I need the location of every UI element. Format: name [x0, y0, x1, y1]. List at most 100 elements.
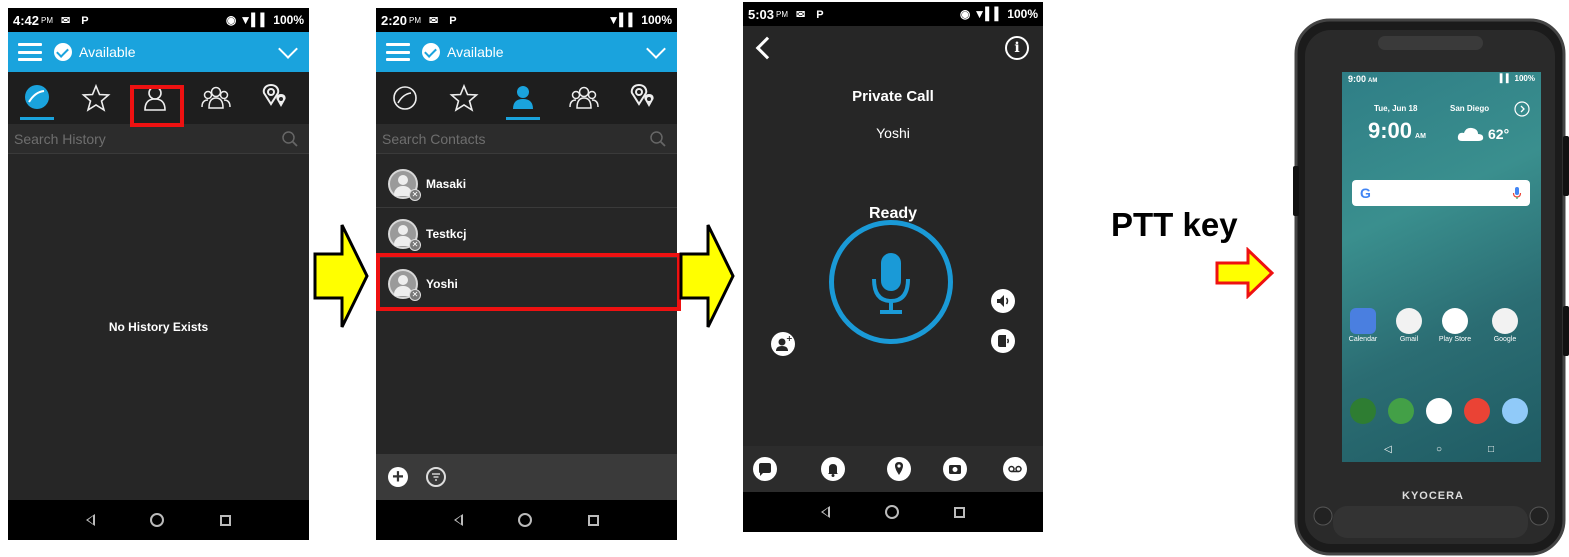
tab-favorites[interactable]	[439, 72, 489, 124]
speaker-icon	[997, 295, 1009, 307]
recents-nav-icon[interactable]	[588, 514, 600, 526]
contact-row[interactable]: ✕ Masaki	[376, 160, 677, 208]
battery-signal: ▼▍▍ 100%	[607, 13, 672, 27]
selected-contact-highlight	[376, 253, 681, 311]
app-calendar[interactable]: Calendar	[1346, 308, 1380, 343]
tab-map[interactable]	[618, 72, 668, 124]
google-folder-icon	[1492, 308, 1518, 334]
star-icon	[81, 83, 111, 112]
available-check-icon	[54, 43, 72, 61]
search-history-input[interactable]	[14, 130, 254, 147]
device-recents-icon[interactable]: □	[1488, 444, 1494, 455]
camera-app-icon[interactable]	[1502, 398, 1528, 424]
star-icon	[449, 83, 479, 112]
bell-icon	[828, 464, 838, 477]
status-bar: 2:20 PM ✉ P ▼▍▍ 100%	[376, 8, 677, 32]
widget-clock: 9:00 AM	[1368, 118, 1426, 143]
back-nav-icon[interactable]	[453, 514, 463, 526]
messages-app-icon[interactable]	[1388, 398, 1414, 424]
speaker-button[interactable]	[991, 289, 1015, 313]
contact-row[interactable]: ✕ Testkcj	[376, 210, 677, 258]
gmail-icon	[1396, 308, 1422, 334]
history-icon	[393, 86, 417, 110]
tab-contacts[interactable]	[498, 72, 548, 124]
app-drawer-icon[interactable]	[1426, 398, 1452, 424]
chevron-right-icon[interactable]	[1514, 101, 1530, 117]
camera-button[interactable]	[943, 457, 967, 481]
tab-favorites[interactable]	[71, 72, 121, 124]
chevron-down-icon[interactable]	[646, 39, 666, 59]
available-check-icon	[422, 43, 440, 61]
info-icon[interactable]: i	[1005, 36, 1029, 60]
cloud-icon	[1457, 127, 1484, 141]
voicemail-icon	[1008, 465, 1022, 473]
voicemail-button[interactable]	[1003, 457, 1027, 481]
add-user-icon: +	[776, 334, 793, 351]
location-button[interactable]	[887, 457, 911, 481]
ptt-button[interactable]	[829, 220, 953, 344]
app-google[interactable]: Google	[1488, 308, 1522, 343]
phone-app-icon[interactable]	[1350, 398, 1376, 424]
tab-groups[interactable]	[559, 72, 609, 124]
device-back-icon[interactable]: ◁	[1384, 444, 1392, 455]
app-gmail[interactable]: Gmail	[1392, 308, 1426, 343]
location-icon	[262, 83, 286, 107]
add-contact-icon[interactable]: +	[388, 467, 408, 487]
svg-text:+: +	[786, 334, 793, 343]
recents-nav-icon[interactable]	[220, 514, 232, 526]
empty-history-message: No History Exists	[108, 320, 209, 334]
status-bar: 4:42 PM ✉ P ◉ ▼▍▍ 100%	[8, 8, 309, 32]
google-logo: G	[1360, 185, 1371, 201]
camera-icon	[949, 465, 961, 474]
device-home-icon[interactable]: ○	[1436, 444, 1442, 455]
search-icon[interactable]	[649, 130, 667, 148]
private-call-screen: 5:03 PM ✉ P ◉ ▼▍▍ 100% i Private Call Yo…	[743, 2, 1043, 532]
home-nav-icon[interactable]	[884, 505, 899, 519]
add-participant-button[interactable]: +	[771, 332, 795, 356]
mic-icon[interactable]	[1512, 186, 1522, 200]
contact-name: Testkcj	[426, 226, 467, 241]
app-play-store[interactable]: Play Store	[1438, 308, 1472, 343]
home-nav-icon[interactable]	[518, 513, 533, 527]
message-button[interactable]	[753, 457, 777, 481]
back-arrow-icon[interactable]	[755, 36, 779, 60]
ptt-pointer-arrow	[1215, 247, 1275, 299]
widget-date: Tue, Jun 18	[1374, 104, 1418, 113]
alert-button[interactable]	[991, 329, 1015, 353]
brand-logo: KYOCERA	[1402, 490, 1465, 502]
google-search-bar[interactable]: G	[1352, 180, 1530, 206]
calendar-icon	[1350, 308, 1376, 334]
tab-history[interactable]	[12, 72, 62, 124]
ptt-key-label: PTT key	[1111, 206, 1238, 243]
call-contact-name: Yoshi	[876, 125, 910, 141]
status-bar: 5:03 PM ✉ P ◉ ▼▍▍ 100%	[743, 2, 1043, 26]
menu-icon[interactable]	[18, 43, 42, 61]
battery-signal: ◉ ▼▍▍ 100%	[959, 7, 1038, 21]
notification-icons: ✉ P	[61, 14, 93, 27]
presence-status[interactable]: Available	[79, 44, 136, 60]
tab-groups[interactable]	[191, 72, 241, 124]
tab-history[interactable]	[380, 72, 430, 124]
presence-status[interactable]: Available	[447, 44, 504, 60]
status-time: 2:20	[381, 12, 408, 28]
tab-map[interactable]	[250, 72, 300, 124]
back-nav-icon[interactable]	[85, 514, 95, 526]
contacts-toolbar: +	[376, 454, 677, 500]
chevron-down-icon[interactable]	[278, 39, 298, 59]
notification-icons: ✉ P	[429, 14, 461, 27]
search-contacts-input[interactable]	[382, 130, 622, 147]
home-nav-icon[interactable]	[150, 513, 165, 527]
android-nav-bar	[376, 500, 677, 540]
device-battery: ▍▍ 100%	[1500, 74, 1535, 83]
menu-icon[interactable]	[386, 43, 410, 61]
back-nav-icon[interactable]	[820, 506, 830, 518]
offline-icon: ✕	[409, 238, 421, 251]
contact-name: Masaki	[426, 176, 467, 191]
search-bar	[8, 124, 309, 154]
app-bar: Available	[376, 32, 677, 72]
chrome-app-icon[interactable]	[1464, 398, 1490, 424]
recents-nav-icon[interactable]	[954, 506, 966, 518]
search-icon[interactable]	[281, 130, 299, 148]
filter-icon[interactable]	[426, 467, 446, 487]
call-alert-button[interactable]	[821, 457, 845, 481]
